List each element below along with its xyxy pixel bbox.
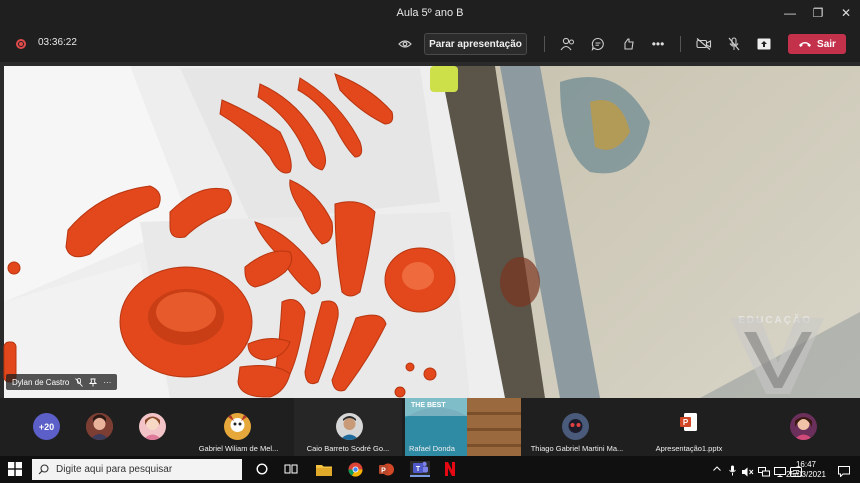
svg-text:T: T xyxy=(415,466,420,473)
participant-tile[interactable]: Caio Barreto Sodré Go... xyxy=(294,398,402,456)
svg-text:P: P xyxy=(381,467,386,474)
window-title: Aula 5º ano B xyxy=(396,7,464,19)
participant-avatar xyxy=(562,413,589,440)
leave-label: Sair xyxy=(817,38,836,50)
teams-icon[interactable]: T xyxy=(410,461,430,477)
toolbar-divider xyxy=(680,36,681,52)
notifications-icon[interactable] xyxy=(838,464,850,482)
clock-time: 16:47 xyxy=(795,460,816,469)
recording-timer: 03:36:22 xyxy=(38,37,77,48)
svg-text:P: P xyxy=(683,418,689,427)
camera-off-icon[interactable] xyxy=(694,34,714,54)
presenter-name: Dylan de Castro xyxy=(12,377,70,387)
participant-avatar xyxy=(224,413,251,440)
minimize-button[interactable]: — xyxy=(776,0,804,26)
file-explorer-icon[interactable] xyxy=(316,461,332,477)
eye-icon[interactable] xyxy=(395,34,415,54)
shirt-text: THE BEST xyxy=(411,402,446,409)
participant-strip: +20 Gabriel Wiliam de Mel... Caio Barret… xyxy=(0,398,860,456)
search-placeholder: Digite aqui para pesquisar xyxy=(56,464,173,475)
participant-name: Rafael Donda xyxy=(409,444,455,453)
volume-muted-icon[interactable] xyxy=(742,464,754,482)
leave-button[interactable]: Sair xyxy=(788,34,846,54)
participant-tile-video[interactable]: THE BEST Rafael Donda xyxy=(405,398,521,456)
more-options-icon[interactable]: ••• xyxy=(648,34,668,54)
participant-avatar[interactable] xyxy=(86,413,113,440)
task-view-icon[interactable] xyxy=(283,461,299,477)
participant-tile[interactable]: Thiago Gabriel Martini Ma... xyxy=(524,398,630,456)
participants-icon[interactable] xyxy=(558,34,578,54)
chevron-up-icon[interactable] xyxy=(712,463,722,473)
clock-date: 25/03/2021 xyxy=(785,470,826,479)
window-controls: — ❐ ✕ xyxy=(776,0,860,26)
search-icon xyxy=(38,464,49,475)
phone-hangup-icon xyxy=(799,42,812,47)
meeting-toolbar: 03:36:22 Parar apresentação ••• Sair xyxy=(0,26,860,62)
mic-off-icon xyxy=(75,377,84,387)
shared-file-tile[interactable]: P Apresentação1.pptx xyxy=(633,398,745,456)
presenter-name-tag: Dylan de Castro ··· xyxy=(6,374,118,390)
netflix-icon[interactable] xyxy=(442,461,458,477)
close-button[interactable]: ✕ xyxy=(832,0,860,26)
taskbar-search[interactable]: Digite aqui para pesquisar xyxy=(32,459,242,480)
pin-icon[interactable] xyxy=(89,378,98,387)
powerpoint-icon: P xyxy=(680,412,698,432)
display-icon[interactable] xyxy=(774,464,786,482)
microphone-icon[interactable] xyxy=(729,463,736,481)
participant-avatar[interactable] xyxy=(790,413,817,440)
chat-icon[interactable] xyxy=(588,34,608,54)
title-bar: Aula 5º ano B — ❐ ✕ xyxy=(0,0,860,26)
participant-tile[interactable]: Gabriel Wiliam de Mel... xyxy=(186,398,291,456)
stop-presenting-button[interactable]: Parar apresentação xyxy=(424,33,527,55)
shared-file-name: Apresentação1.pptx xyxy=(655,444,723,453)
windows-start-icon[interactable] xyxy=(8,462,22,476)
toolbar-divider xyxy=(544,36,545,52)
cortana-icon[interactable] xyxy=(254,461,270,477)
participant-avatar xyxy=(336,413,363,440)
watermark-logo xyxy=(730,318,824,394)
powerpoint-app-icon[interactable]: P xyxy=(378,461,394,477)
share-screen-icon[interactable] xyxy=(754,34,774,54)
maximize-button[interactable]: ❐ xyxy=(804,0,832,26)
network-icon[interactable] xyxy=(758,464,770,482)
participant-name: Gabriel Wiliam de Mel... xyxy=(198,444,279,453)
reactions-icon[interactable] xyxy=(618,34,638,54)
clock[interactable]: 16:47 25/03/2021 xyxy=(786,460,826,480)
recording-icon xyxy=(16,39,26,49)
participant-name: Thiago Gabriel Martini Ma... xyxy=(530,444,624,453)
shared-video: Dylan de Castro ··· EDUCAÇÃO xyxy=(0,62,860,398)
participant-avatar[interactable] xyxy=(139,413,166,440)
presenter-more-icon[interactable]: ··· xyxy=(103,378,111,387)
more-participants-badge[interactable]: +20 xyxy=(33,413,60,440)
chrome-icon[interactable] xyxy=(347,461,363,477)
taskbar: Digite aqui para pesquisar P T 16:47 25/… xyxy=(0,456,860,483)
participant-name: Caio Barreto Sodré Go... xyxy=(306,444,390,453)
mic-off-icon[interactable] xyxy=(724,34,744,54)
